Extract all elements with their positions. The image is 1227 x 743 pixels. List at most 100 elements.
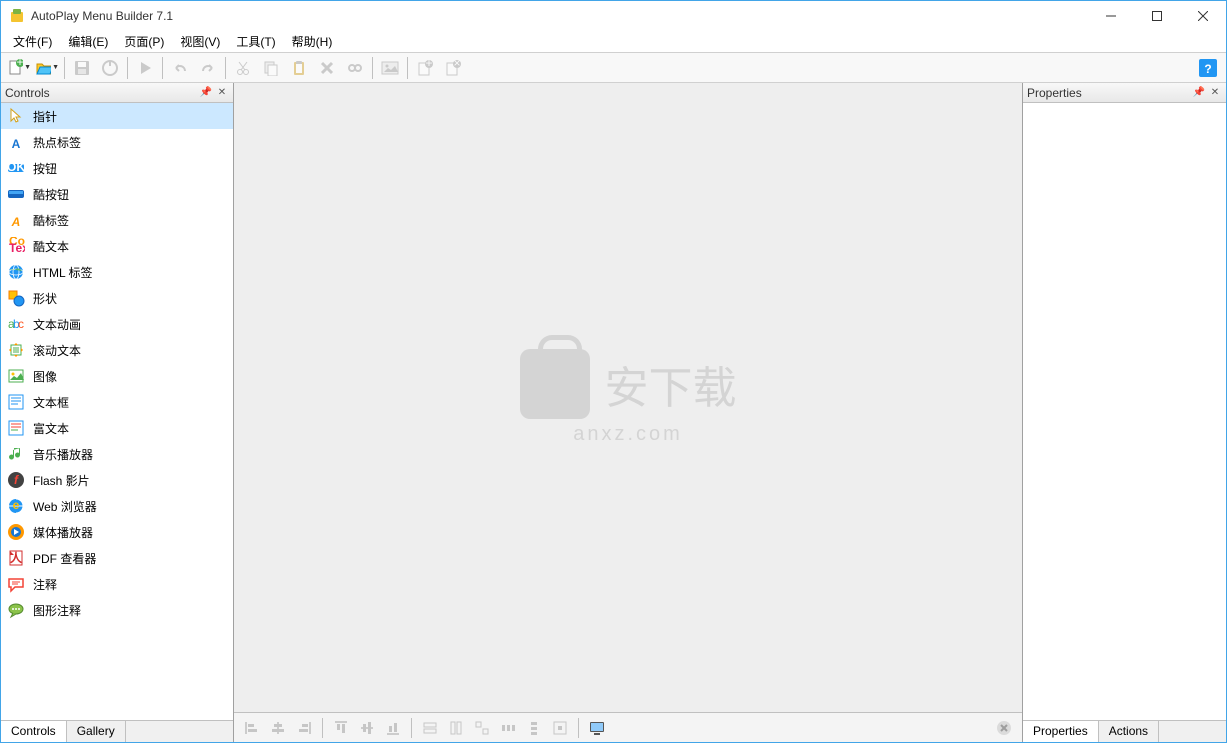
control-item-label: 酷标签 [33, 212, 69, 229]
watermark-icon [520, 349, 590, 419]
control-item-cool-label[interactable]: A 酷标签 [1, 207, 233, 233]
watermark-text: 安下载 [605, 352, 737, 416]
control-item-label: 指针 [33, 108, 57, 125]
svg-text:c: c [18, 317, 24, 331]
control-item-label: 形状 [33, 290, 57, 307]
separator [578, 718, 579, 738]
menu-page[interactable]: 页面(P) [116, 31, 172, 52]
control-item-letter-a[interactable]: A 热点标签 [1, 129, 233, 155]
control-item-graphic-comment[interactable]: 图形注释 [1, 597, 233, 623]
control-item-richtext[interactable]: 富文本 [1, 415, 233, 441]
separator [322, 718, 323, 738]
separator [411, 718, 412, 738]
tab-properties[interactable]: Properties [1023, 721, 1099, 742]
close-icon[interactable]: ✕ [215, 86, 229, 100]
control-item-comment[interactable]: 注释 [1, 571, 233, 597]
paste-button [286, 55, 312, 81]
same-height-icon [444, 716, 468, 740]
new-button[interactable]: +▼ [6, 55, 32, 81]
control-item-scroll-text[interactable]: 滚动文本 [1, 337, 233, 363]
control-item-label: 滚动文本 [33, 342, 81, 359]
control-item-textbox[interactable]: 文本框 [1, 389, 233, 415]
cool-label-icon: A [7, 211, 25, 229]
control-item-shapes[interactable]: 形状 [1, 285, 233, 311]
toolbar-separator [127, 57, 128, 79]
align-right-icon [292, 716, 316, 740]
app-window: AutoPlay Menu Builder 7.1 文件(F) 编辑(E) 页面… [0, 0, 1227, 743]
toolbar-separator [162, 57, 163, 79]
pin-icon[interactable]: 📌 [199, 86, 213, 100]
control-item-label: 媒体播放器 [33, 524, 93, 541]
close-button[interactable] [1180, 1, 1226, 31]
control-item-abc[interactable]: abc文本动画 [1, 311, 233, 337]
control-item-pointer[interactable]: 指针 [1, 103, 233, 129]
canvas[interactable]: 安下载 anxz.com [234, 83, 1022, 712]
pointer-icon [7, 107, 25, 125]
control-item-browser[interactable]: eWeb 浏览器 [1, 493, 233, 519]
right-panel-tabs: Properties Actions [1023, 720, 1226, 742]
control-item-label: 图像 [33, 368, 57, 385]
control-item-label: PDF 查看器 [33, 550, 96, 567]
menu-help[interactable]: 帮助(H) [284, 31, 341, 52]
letter-a-icon: A [7, 133, 25, 151]
controls-list: 指针A热点标签OK按钮酷按钮A酷标签CoolText酷文本HTML 标签形状ab… [1, 103, 233, 720]
preview-icon [585, 716, 609, 740]
properties-panel-header: Properties 📌 ✕ [1023, 83, 1226, 103]
app-icon [9, 8, 25, 24]
control-item-globe[interactable]: HTML 标签 [1, 259, 233, 285]
control-item-media[interactable]: 媒体播放器 [1, 519, 233, 545]
svg-text:+: + [425, 60, 432, 70]
menu-tools[interactable]: 工具(T) [228, 31, 283, 52]
cut-button [230, 55, 256, 81]
control-item-flash[interactable]: f Flash 影片 [1, 467, 233, 493]
page-remove-button: × [440, 55, 466, 81]
menu-file[interactable]: 文件(F) [5, 31, 60, 52]
delete-button [314, 55, 340, 81]
control-item-ok-button[interactable]: OK按钮 [1, 155, 233, 181]
pin-icon[interactable]: 📌 [1192, 86, 1206, 100]
align-left-icon [240, 716, 264, 740]
flash-icon: f [7, 471, 25, 489]
svg-text:e: e [13, 498, 20, 512]
tab-actions[interactable]: Actions [1099, 721, 1159, 742]
properties-content [1023, 103, 1226, 720]
control-item-pdf[interactable]: 人PDF 查看器 [1, 545, 233, 571]
window-controls [1088, 1, 1226, 31]
minimize-button[interactable] [1088, 1, 1134, 31]
center-canvas-icon [548, 716, 572, 740]
tab-gallery[interactable]: Gallery [67, 721, 126, 742]
properties-panel: Properties 📌 ✕ Properties Actions [1022, 83, 1226, 742]
maximize-button[interactable] [1134, 1, 1180, 31]
scroll-text-icon [7, 341, 25, 359]
image-button [377, 55, 403, 81]
watermark: 安下载 anxz.com [520, 349, 737, 446]
close-icon[interactable]: ✕ [1208, 86, 1222, 100]
control-item-label: 文本动画 [33, 316, 81, 333]
align-middle-icon [355, 716, 379, 740]
control-item-cool-text[interactable]: CoolText酷文本 [1, 233, 233, 259]
close-status-icon[interactable] [992, 716, 1016, 740]
watermark-sub: anxz.com [520, 423, 737, 446]
control-item-label: Flash 影片 [33, 472, 90, 489]
left-panel-tabs: Controls Gallery [1, 720, 233, 742]
toolbar: +▼ ▼ + × ? [1, 53, 1226, 83]
control-item-image[interactable]: 图像 [1, 363, 233, 389]
richtext-icon [7, 419, 25, 437]
help-button[interactable]: ? [1195, 55, 1221, 81]
control-item-music[interactable]: 音乐播放器 [1, 441, 233, 467]
menu-edit[interactable]: 编辑(E) [60, 31, 116, 52]
controls-panel-header: Controls 📌 ✕ [1, 83, 233, 103]
tab-controls[interactable]: Controls [1, 721, 67, 742]
controls-panel-title: Controls [5, 86, 197, 100]
control-item-cool-button[interactable]: 酷按钮 [1, 181, 233, 207]
save-button [69, 55, 95, 81]
svg-text:+: + [16, 59, 23, 69]
control-item-label: 热点标签 [33, 134, 81, 151]
canvas-area: 安下载 anxz.com [234, 83, 1022, 742]
redo-button [195, 55, 221, 81]
open-button[interactable]: ▼ [34, 55, 60, 81]
menu-view[interactable]: 视图(V) [172, 31, 228, 52]
controls-panel: Controls 📌 ✕ 指针 A 热点标签 OK按钮酷按钮 A 酷标签 CoolText酷… [1, 83, 234, 742]
align-bottom-icon [381, 716, 405, 740]
comment-icon [7, 575, 25, 593]
